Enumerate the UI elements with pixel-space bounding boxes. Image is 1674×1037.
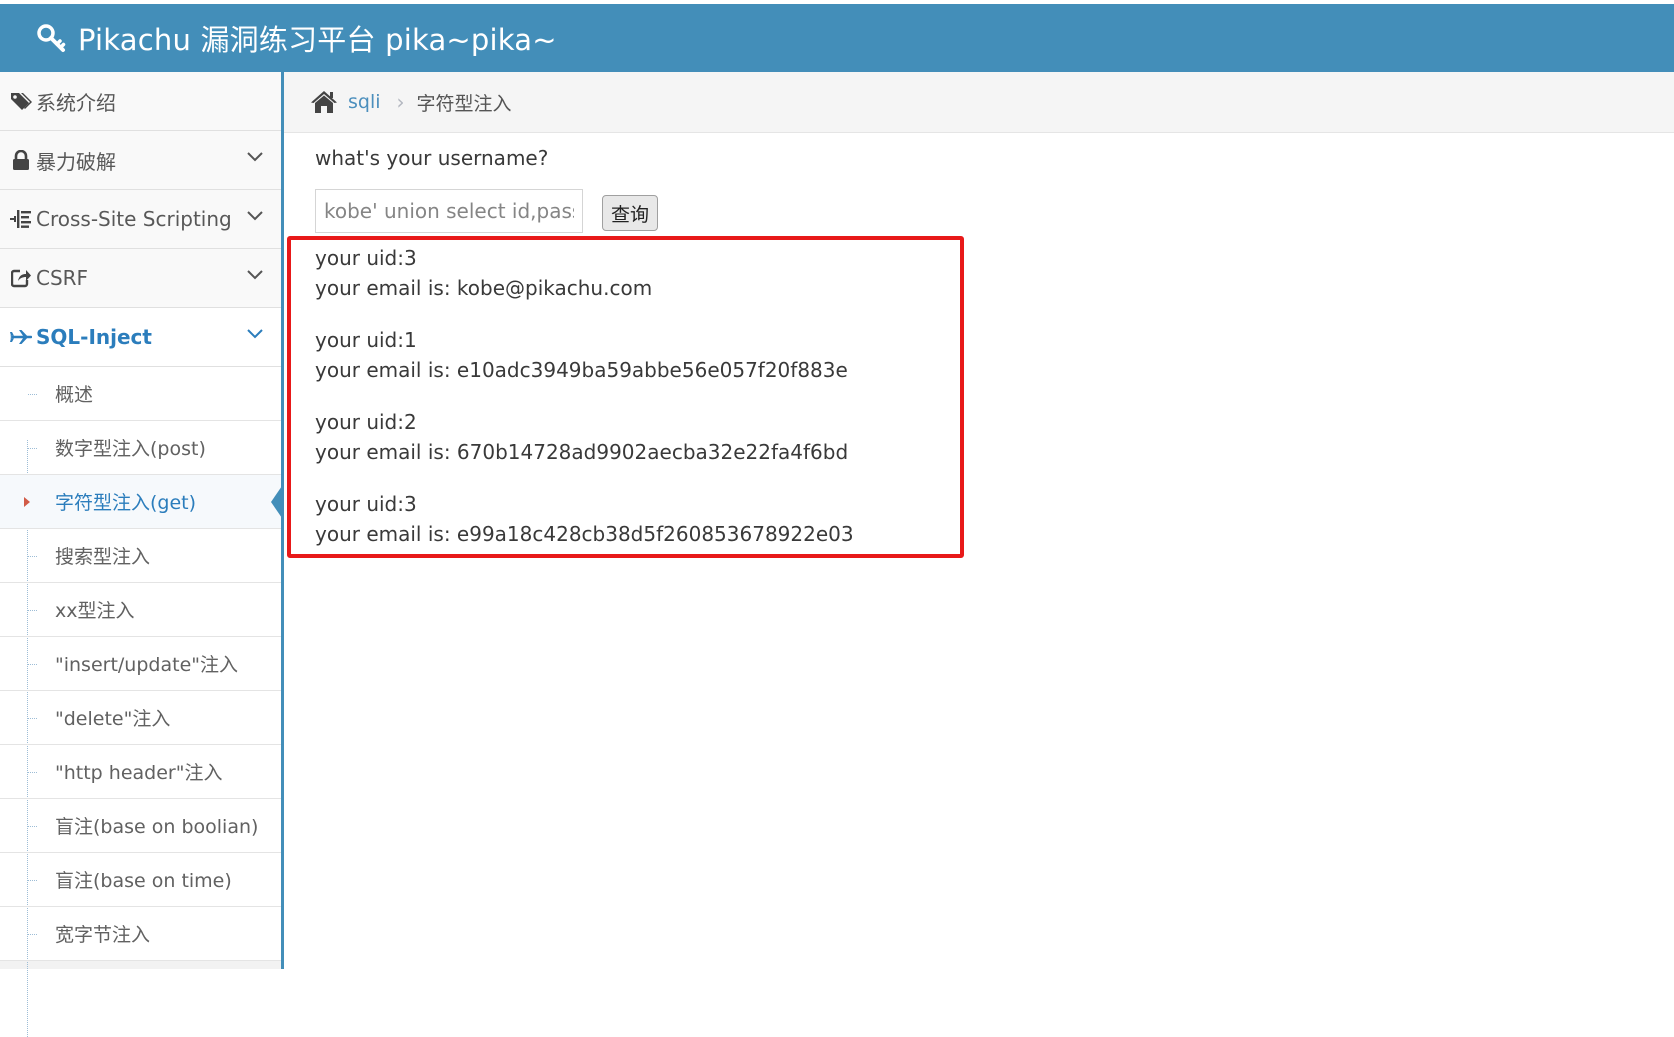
- breadcrumb-current: 字符型注入: [416, 92, 512, 115]
- result-item: your uid:2 your email is: 670b14728ad990…: [315, 407, 854, 467]
- submenu-item-label: 盲注(base on boolian): [55, 816, 259, 838]
- sidebar-item-label: CSRF: [36, 266, 89, 290]
- sql-inject-submenu: 概述 数字型注入(post) 字符型注入(get) 搜索型注入 xx型注入 "i…: [0, 367, 284, 961]
- sidebar-item-intro[interactable]: 系统介绍: [0, 72, 281, 131]
- sidebar-item-sql-inject[interactable]: SQL-Inject: [0, 308, 281, 367]
- submenu-item-label: "insert/update"注入: [55, 654, 238, 676]
- sidebar-item-xss[interactable]: Cross-Site Scripting: [0, 190, 281, 249]
- sidebar-item-label: 系统介绍: [36, 90, 116, 115]
- submenu-item-string-get[interactable]: 字符型注入(get): [0, 475, 284, 529]
- submenu-item-search[interactable]: 搜索型注入: [0, 529, 281, 583]
- result-item: your uid:3 your email is: e99a18c428cb38…: [315, 489, 854, 549]
- sidebar: 系统介绍 暴力破解 Cross-Site Scripting CSRF SQL-…: [0, 72, 284, 969]
- sidebar-item-label: SQL-Inject: [36, 325, 152, 349]
- chevron-down-icon[interactable]: [247, 152, 263, 162]
- tags-icon: [10, 91, 32, 111]
- submenu-item-delete[interactable]: "delete"注入: [0, 691, 281, 745]
- submenu-item-xx[interactable]: xx型注入: [0, 583, 281, 637]
- query-button[interactable]: 查询: [602, 195, 658, 231]
- result-uid: your uid:2: [315, 410, 417, 434]
- result-email: your email is: e10adc3949ba59abbe56e057f…: [315, 358, 848, 382]
- result-item: your uid:3 your email is: kobe@pikachu.c…: [315, 243, 854, 303]
- submenu-item-label: 盲注(base on time): [55, 870, 232, 892]
- submenu-item-label: 搜索型注入: [55, 546, 151, 568]
- chevron-down-icon[interactable]: [247, 270, 263, 280]
- result-email: your email is: kobe@pikachu.com: [315, 276, 653, 300]
- sidebar-item-brute-force[interactable]: 暴力破解: [0, 131, 281, 190]
- submenu-item-label: 宽字节注入: [55, 924, 151, 946]
- submenu-item-label: 字符型注入(get): [55, 492, 197, 514]
- app-title: Pikachu 漏洞练习平台 pika~pika~: [78, 23, 557, 57]
- breadcrumb: sqli › 字符型注入: [284, 72, 1674, 133]
- submenu-item-insert-update[interactable]: "insert/update"注入: [0, 637, 281, 691]
- active-pointer: [271, 483, 284, 521]
- submenu-item-overview[interactable]: 概述: [0, 367, 281, 421]
- sidebar-item-label: Cross-Site Scripting: [36, 207, 232, 231]
- home-icon[interactable]: [310, 90, 338, 114]
- result-uid: your uid:3: [315, 246, 417, 270]
- submenu-item-wide-byte[interactable]: 宽字节注入: [0, 907, 281, 961]
- submenu-item-label: 概述: [55, 384, 94, 406]
- submenu-item-label: "http header"注入: [55, 762, 223, 784]
- chevron-down-icon[interactable]: [247, 211, 263, 221]
- username-question: what's your username?: [315, 146, 549, 170]
- result-uid: your uid:3: [315, 492, 417, 516]
- caret-right-icon: [24, 497, 30, 507]
- chevron-down-icon[interactable]: [247, 329, 263, 339]
- submenu-item-blind-boolean[interactable]: 盲注(base on boolian): [0, 799, 281, 853]
- result-item: your uid:1 your email is: e10adc3949ba59…: [315, 325, 854, 385]
- brand[interactable]: Pikachu 漏洞练习平台 pika~pika~: [36, 17, 557, 59]
- sidebar-item-csrf[interactable]: CSRF: [0, 249, 281, 308]
- lock-icon: [10, 150, 32, 170]
- username-input[interactable]: [315, 189, 583, 233]
- share-square-icon: [10, 268, 32, 288]
- result-email: your email is: 670b14728ad9902aecba32e22…: [315, 440, 849, 464]
- submenu-item-numeric-post[interactable]: 数字型注入(post): [0, 421, 281, 475]
- submenu-item-blind-time[interactable]: 盲注(base on time): [0, 853, 281, 907]
- submenu-item-label: xx型注入: [55, 600, 135, 622]
- result-uid: your uid:1: [315, 328, 417, 352]
- top-navbar: Pikachu 漏洞练习平台 pika~pika~: [0, 4, 1674, 72]
- list-indent-icon: [10, 209, 32, 229]
- submenu-item-http-header[interactable]: "http header"注入: [0, 745, 281, 799]
- key-icon: [37, 24, 66, 52]
- query-results: your uid:3 your email is: kobe@pikachu.c…: [315, 243, 854, 571]
- submenu-item-label: 数字型注入(post): [55, 438, 206, 460]
- submenu-item-label: "delete"注入: [55, 708, 171, 730]
- result-email: your email is: e99a18c428cb38d5f26085367…: [315, 522, 854, 546]
- plane-icon: [10, 329, 32, 345]
- sidebar-item-label: 暴力破解: [36, 149, 116, 174]
- breadcrumb-separator: ›: [396, 90, 405, 114]
- breadcrumb-link-sqli[interactable]: sqli: [348, 91, 381, 113]
